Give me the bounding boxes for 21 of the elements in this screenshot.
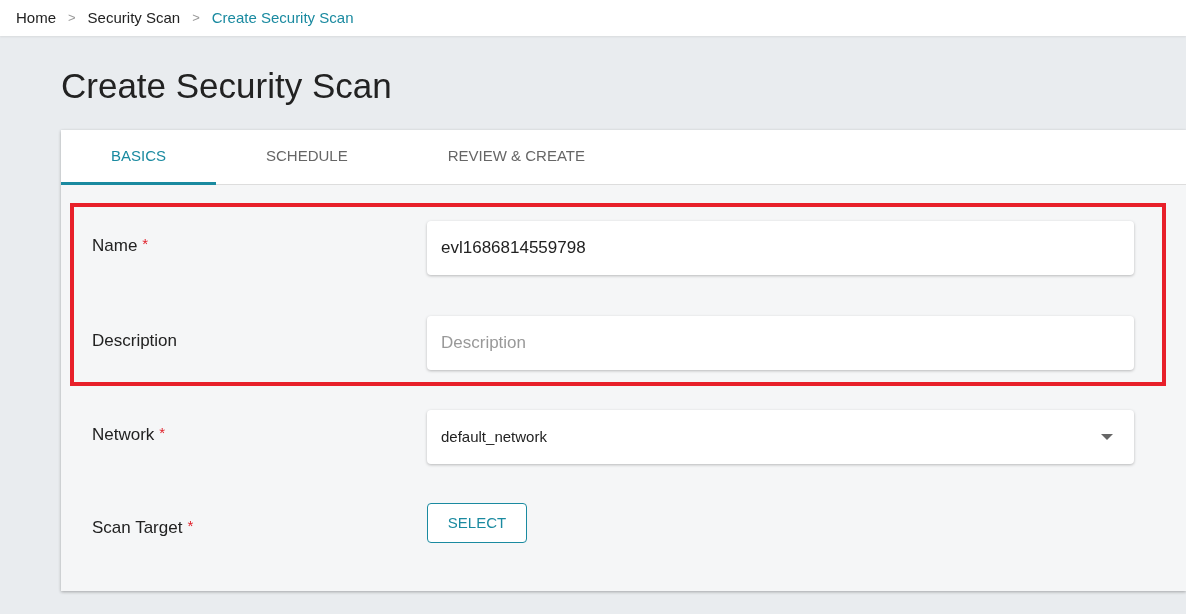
required-asterisk: *	[159, 423, 166, 443]
tab[interactable]: BASICS	[61, 130, 217, 185]
tab[interactable]: SCHEDULE	[216, 130, 398, 185]
breadcrumb-separator: >	[68, 9, 76, 28]
field-label: Description	[92, 330, 178, 352]
field-label: Scan Target	[92, 517, 183, 540]
dropdown-field[interactable]: default_network	[427, 410, 1134, 464]
page-title: Create Security Scan	[61, 66, 393, 106]
field-label: Network	[92, 424, 155, 446]
select-button[interactable]: SELECT	[427, 503, 527, 543]
text-field[interactable]: Description	[427, 316, 1134, 370]
breadcrumb-separator: >	[192, 9, 200, 28]
breadcrumb-link[interactable]: Create Security Scan	[211, 6, 354, 30]
text-field[interactable]: evl1686814559798	[427, 221, 1134, 275]
field-label: Name	[92, 235, 138, 257]
caret-icon	[1101, 434, 1113, 440]
tab[interactable]: REVIEW & CREATE	[397, 130, 635, 185]
required-asterisk: *	[187, 516, 194, 537]
required-asterisk: *	[142, 234, 149, 254]
breadcrumb-link[interactable]: Security Scan	[87, 6, 181, 30]
breadcrumb-link[interactable]: Home	[16, 6, 56, 30]
